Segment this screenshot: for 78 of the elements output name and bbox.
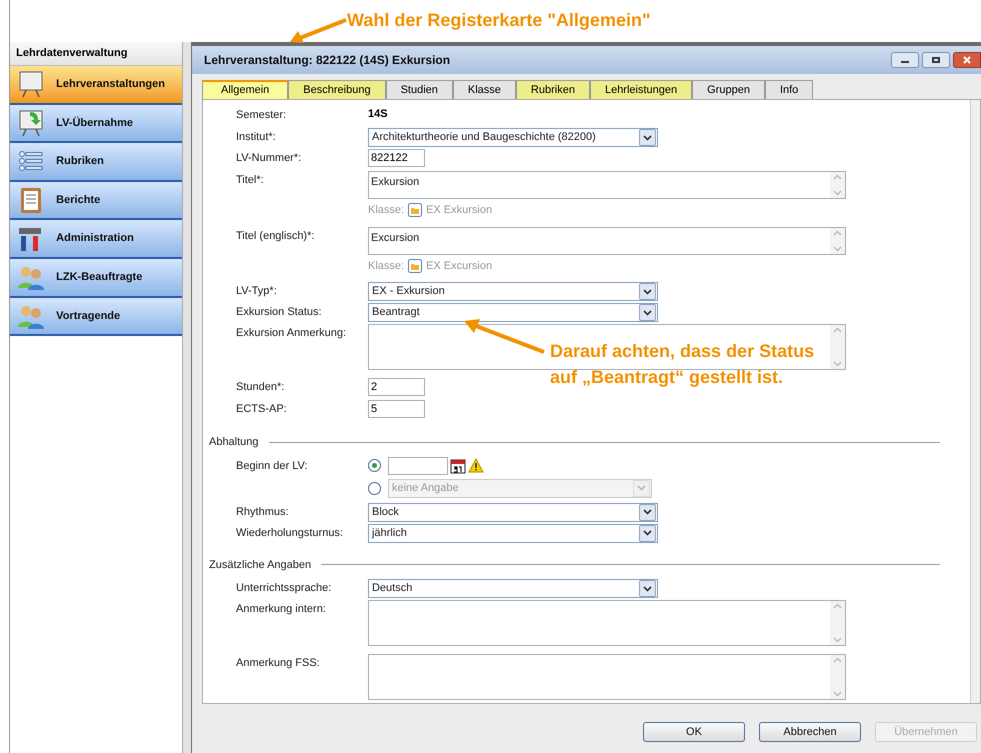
text-area[interactable] [368, 654, 846, 700]
field-label: Anmerkung intern: [234, 602, 327, 617]
tab[interactable]: Beschreibung [288, 80, 386, 99]
field-label: LV-Nummer*: [234, 151, 302, 166]
close-icon[interactable] [962, 56, 971, 64]
annotation-note: Darauf achten, dass der Status auf „Beantragt“ gestellt ist. [550, 340, 814, 389]
folder-icon[interactable] [408, 203, 422, 218]
date-field[interactable] [388, 456, 448, 474]
window-title: Lehrveranstaltung: 822122 (14S) Exkursion [204, 52, 450, 69]
text-field[interactable]: 5 [368, 400, 425, 418]
field-label: Titel (englisch)*: [234, 228, 316, 244]
field-label: LV-Typ*: [234, 284, 278, 299]
calendar-icon[interactable] [450, 458, 466, 474]
field-label: Exkursion Anmerkung: [234, 326, 348, 341]
close-button[interactable] [952, 52, 981, 68]
scroll-down-icon[interactable] [832, 190, 842, 196]
sidebar-item[interactable]: Vortragende [10, 298, 182, 336]
sidebar-item[interactable]: Rubriken [10, 143, 182, 182]
field-label: Unterrichtssprache: [234, 581, 332, 596]
dropdown-field[interactable]: EX - Exkursion [368, 282, 658, 301]
sidebar-item[interactable]: Lehrveranstaltungen [10, 66, 182, 105]
tab[interactable]: Rubriken [516, 80, 590, 99]
text-area[interactable]: Excursion [368, 226, 846, 254]
field-label: Anmerkung FSS: [234, 656, 321, 671]
section-title: Abhaltung [208, 435, 259, 450]
dropdown-field[interactable]: jährlich [368, 524, 658, 542]
dialog-button[interactable]: OK [642, 722, 745, 742]
klasse-value: EX Exkursion [426, 203, 492, 218]
annotation-arrow [288, 18, 348, 44]
annotation-text: Wahl der Registerkarte "Allgemein" [347, 9, 650, 32]
radio-button[interactable] [368, 459, 381, 472]
dropdown-field[interactable]: Beantragt [368, 303, 658, 322]
dropdown-field[interactable]: Block [368, 502, 658, 522]
tab[interactable]: Klasse [452, 80, 516, 99]
tab[interactable]: Allgemein [202, 80, 288, 99]
semester-value: 14S [368, 107, 388, 122]
tab[interactable]: Info [764, 80, 814, 99]
sidebar-item[interactable]: Berichte [10, 182, 182, 220]
tab[interactable]: Lehrleistungen [590, 80, 692, 99]
scroll-up-icon[interactable] [832, 174, 842, 180]
radio-button[interactable] [368, 482, 381, 494]
scroll-up-icon[interactable] [832, 230, 842, 236]
scroll-down-icon[interactable] [832, 637, 842, 643]
klasse-value: EX Excursion [426, 258, 492, 274]
sidebar-item[interactable]: Administration [10, 220, 182, 259]
dialog-button[interactable]: Abbrechen [758, 722, 861, 742]
field-label: Semester: [234, 108, 288, 123]
field-label: Stunden*: [234, 380, 286, 395]
warning-icon [468, 458, 484, 473]
folder-icon[interactable] [408, 258, 422, 273]
tab[interactable]: Studien [386, 80, 453, 99]
field-label: ECTS-AP: [234, 402, 288, 417]
dropdown-field[interactable]: Architekturtheorie und Baugeschichte (82200) [368, 128, 658, 147]
maximize-button[interactable] [922, 52, 950, 68]
scroll-up-icon[interactable] [832, 657, 842, 663]
field-label: Exkursion Status: [234, 305, 323, 320]
minimize-button[interactable] [890, 52, 919, 68]
klasse-label: Klasse: [368, 203, 404, 218]
scroll-down-icon[interactable] [832, 361, 842, 367]
field-label: Rhythmus: [234, 504, 290, 520]
tab[interactable]: Gruppen [692, 80, 765, 99]
sidebar-item[interactable]: LV-Übernahme [10, 104, 182, 144]
field-label: Beginn der LV: [234, 458, 309, 474]
scroll-down-icon[interactable] [832, 246, 842, 252]
dropdown-field[interactable]: Deutsch [368, 579, 658, 598]
sidebar-header: Lehrdatenverwaltung [10, 42, 182, 66]
sidebar-item[interactable]: LZK-Beauftragte [10, 258, 182, 298]
scroll-down-icon[interactable] [832, 691, 842, 697]
text-field[interactable]: 822122 [368, 149, 425, 167]
scroll-up-icon[interactable] [832, 327, 842, 333]
field-label: Institut*: [234, 130, 277, 145]
section-title: Zusätzliche Angaben [208, 558, 312, 572]
scroll-up-icon[interactable] [832, 603, 842, 609]
field-label: Titel*: [234, 173, 265, 188]
text-field[interactable]: 2 [368, 378, 425, 396]
klasse-label: Klasse: [368, 258, 404, 274]
field-label: Wiederholungsturnus: [234, 526, 344, 540]
text-area[interactable]: Exkursion [368, 171, 846, 199]
